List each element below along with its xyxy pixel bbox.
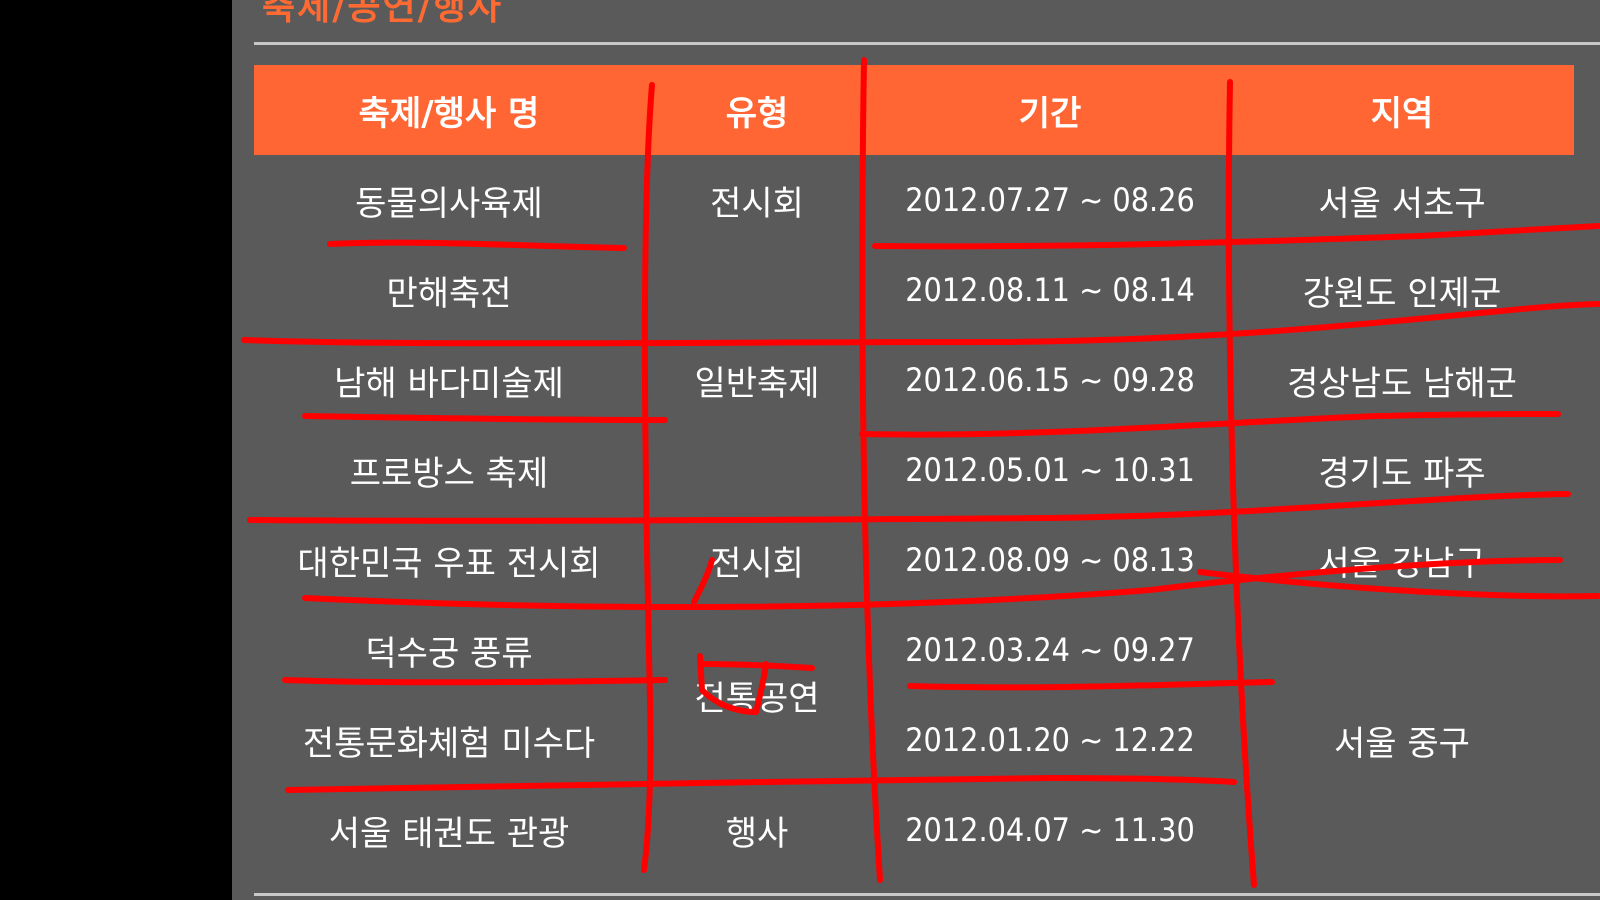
event-name-cell: 덕수궁 풍류 — [365, 633, 533, 674]
table-row: 동물의사육제 전시회 2012.07.27 ~ 08.26 서울 서초구 — [254, 155, 1574, 245]
event-name-cell: 전통문화체험 미수다 — [302, 723, 596, 764]
event-name-cell: 만해축전 — [386, 273, 512, 314]
event-region-cell: 서울 강남구 — [1318, 543, 1486, 584]
event-type-cell: 전시회 — [710, 543, 804, 584]
bottom-divider — [254, 893, 1600, 896]
table-row: 대한민국 우표 전시회 전시회 2012.08.09 ~ 08.13 서울 강남… — [254, 515, 1574, 605]
event-region-cell: 경기도 파주 — [1318, 453, 1486, 494]
event-name-cell: 서울 태권도 관광 — [328, 813, 570, 854]
header-period: 기간 — [870, 65, 1230, 155]
event-name-cell: 프로방스 축제 — [349, 453, 549, 494]
event-name-cell: 남해 바다미술제 — [334, 363, 564, 404]
event-period-cell: 2012.08.09 ~ 08.13 — [905, 541, 1195, 579]
table-row: 만해축전 2012.08.11 ~ 08.14 강원도 인제군 — [254, 245, 1574, 335]
event-type-cell: 전통공연 — [694, 678, 820, 719]
events-table: 축제/행사 명 유형 기간 지역 동물의사육제 전시회 2012.07.27 ~… — [254, 65, 1574, 875]
header-type: 유형 — [644, 65, 870, 155]
event-region-cell: 경상남도 남해군 — [1287, 363, 1517, 404]
event-name-cell: 대한민국 우표 전시회 — [297, 543, 601, 584]
event-period-cell: 2012.07.27 ~ 08.26 — [905, 181, 1195, 219]
title-divider — [254, 42, 1600, 45]
header-region: 지역 — [1230, 65, 1574, 155]
event-region-cell: 서울 중구 — [1334, 723, 1470, 764]
table-row: 덕수궁 풍류 전통공연 2012.03.24 ~ 09.27 서울 중구 — [254, 605, 1574, 764]
event-region-cell: 서울 서초구 — [1318, 183, 1486, 224]
event-period-cell: 2012.03.24 ~ 09.27 — [905, 631, 1195, 669]
event-period-cell: 2012.05.01 ~ 10.31 — [905, 451, 1195, 489]
page-title: 축제/공연/행사 — [262, 0, 504, 28]
event-region-cell: 강원도 인제군 — [1302, 273, 1502, 314]
event-type-cell — [644, 425, 870, 515]
event-period-cell: 2012.08.11 ~ 08.14 — [905, 271, 1195, 309]
event-type-cell: 행사 — [725, 813, 789, 854]
event-period-cell: 2012.01.20 ~ 12.22 — [905, 721, 1195, 759]
table-header-row: 축제/행사 명 유형 기간 지역 — [254, 65, 1574, 155]
event-type-cell: 전시회 — [710, 183, 804, 224]
table-row: 프로방스 축제 2012.05.01 ~ 10.31 경기도 파주 — [254, 425, 1574, 515]
event-type-cell: 일반축제 — [694, 363, 820, 404]
event-period-cell: 2012.04.07 ~ 11.30 — [905, 811, 1195, 849]
header-event-name: 축제/행사 명 — [254, 65, 644, 155]
event-type-cell — [644, 245, 870, 335]
event-name-cell: 동물의사육제 — [355, 183, 543, 224]
table-row: 남해 바다미술제 일반축제 2012.06.15 ~ 09.28 경상남도 남해… — [254, 335, 1574, 425]
event-period-cell: 2012.06.15 ~ 09.28 — [905, 361, 1195, 399]
